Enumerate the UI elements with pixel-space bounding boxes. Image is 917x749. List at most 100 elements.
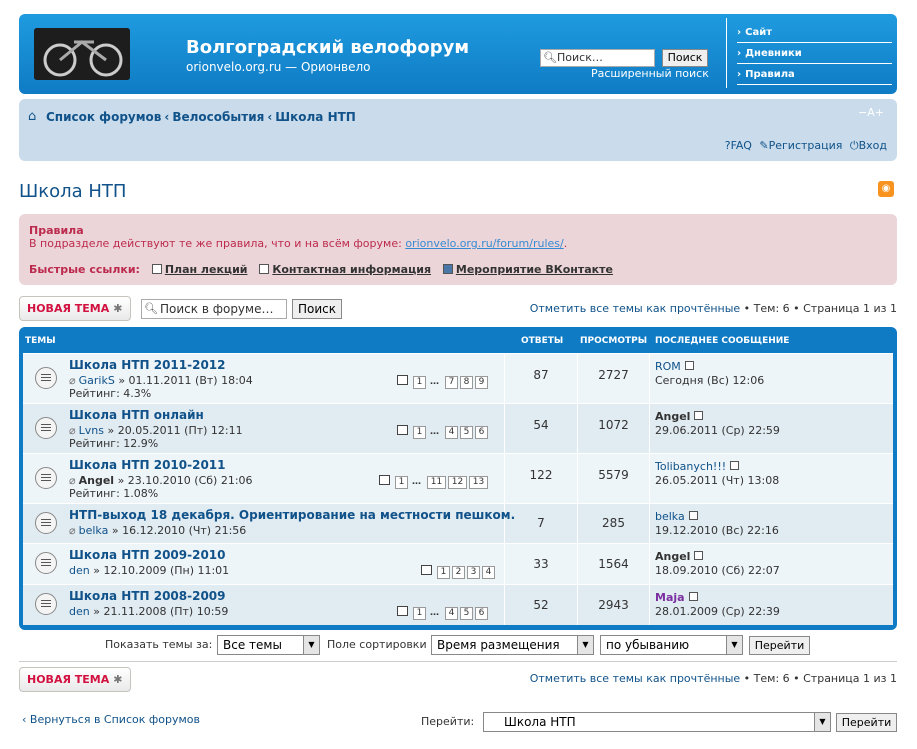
- site-title[interactable]: Волгоградский велофорум: [186, 37, 469, 58]
- topic-title[interactable]: Школа НТП 2008-2009: [69, 589, 226, 603]
- mark-read-link[interactable]: Отметить все темы как прочтённые: [530, 302, 740, 315]
- show-topics-value: Все темы: [223, 638, 282, 652]
- register-link[interactable]: Регистрация: [769, 139, 843, 152]
- site-logo[interactable]: [34, 28, 130, 80]
- topic-title[interactable]: Школа НТП онлайн: [69, 408, 204, 422]
- page-link[interactable]: 6: [475, 607, 488, 620]
- page-link[interactable]: 1: [437, 566, 450, 579]
- advanced-search-link[interactable]: Расширенный поиск: [591, 67, 709, 80]
- topic-author[interactable]: den: [69, 564, 90, 577]
- mark-read-link[interactable]: Отметить все темы как прочтённые: [530, 672, 740, 685]
- page-link[interactable]: 13: [469, 476, 488, 489]
- topic-title[interactable]: НТП-выход 18 декабря. Ориентирование на …: [69, 508, 515, 522]
- sort-go-button[interactable]: Перейти: [749, 636, 810, 655]
- topic-pages: 1 … 4 5 6: [397, 606, 488, 620]
- login-link[interactable]: Вход: [859, 139, 887, 152]
- page-title[interactable]: Школа НТП: [19, 181, 126, 202]
- page-link[interactable]: 1: [413, 376, 426, 389]
- faq-link[interactable]: FAQ: [731, 139, 752, 152]
- forum-search-input[interactable]: Поиск в форуме…: [141, 299, 287, 319]
- rss-icon[interactable]: ◉: [878, 181, 894, 197]
- new-topic-button[interactable]: НОВАЯ ТЕМА ✱: [19, 667, 131, 692]
- topic-replies: 33: [533, 557, 549, 571]
- show-topics-select[interactable]: Все темы ▼: [217, 635, 320, 655]
- page-link[interactable]: 11: [427, 476, 446, 489]
- top-nav-rules[interactable]: Правила: [737, 64, 892, 85]
- search-input[interactable]: Поиск…: [540, 49, 655, 67]
- last-post-author: ROM: [655, 360, 694, 373]
- topic-author[interactable]: GarikS: [79, 374, 115, 387]
- topic-row: Школа НТП 2008-2009 den » 21.11.2008 (Пт…: [23, 584, 893, 625]
- top-nav-diaries[interactable]: Дневники: [737, 43, 892, 64]
- page-of: из: [870, 672, 890, 685]
- jump-select[interactable]: Школа НТП ▼: [483, 712, 831, 732]
- page-link[interactable]: 1: [413, 426, 426, 439]
- topic-title[interactable]: Школа НТП 2011-2012: [69, 358, 226, 372]
- topic-author[interactable]: belka: [79, 524, 109, 537]
- goto-last-post-icon[interactable]: [730, 461, 740, 470]
- back-to-index-link[interactable]: ‹ Вернуться в Список форумов: [22, 713, 200, 726]
- quick-link-lectures[interactable]: План лекций: [151, 263, 247, 276]
- last-post-user-link[interactable]: Tolibanych!!!: [655, 460, 726, 473]
- goto-last-post-icon[interactable]: [694, 551, 704, 560]
- topic-replies: 87: [533, 368, 549, 382]
- quick-link-contacts-label: Контактная информация: [272, 263, 432, 276]
- page-link[interactable]: 4: [445, 607, 458, 620]
- page-link[interactable]: 4: [445, 426, 458, 439]
- topic-author[interactable]: den: [69, 605, 90, 618]
- topic-author[interactable]: Lvns: [79, 424, 104, 437]
- font-size-control[interactable]: −A+: [858, 106, 884, 119]
- last-post-author: Tolibanych!!!: [655, 460, 740, 473]
- last-post-user-link[interactable]: Angel: [655, 410, 690, 423]
- pages-icon: [379, 475, 390, 485]
- page-link[interactable]: 5: [460, 607, 473, 620]
- page-link[interactable]: 1: [395, 476, 408, 489]
- page-link[interactable]: 8: [460, 376, 473, 389]
- page-link[interactable]: 2: [452, 566, 465, 579]
- topic-title[interactable]: Школа НТП 2010-2011: [69, 458, 226, 472]
- last-post-user-link[interactable]: ROM: [655, 360, 681, 373]
- topic-title[interactable]: Школа НТП 2009-2010: [69, 548, 226, 562]
- goto-last-post-icon[interactable]: [688, 511, 698, 520]
- goto-last-post-icon[interactable]: [694, 411, 704, 420]
- page-link[interactable]: 5: [460, 426, 473, 439]
- jump-go-button[interactable]: Перейти: [836, 713, 897, 732]
- attachment-icon: ⌀: [69, 524, 76, 537]
- quick-link-contacts[interactable]: Контактная информация: [259, 263, 431, 276]
- topic-replies: 54: [533, 418, 549, 432]
- page-link[interactable]: 9: [475, 376, 488, 389]
- forum-search-button[interactable]: Поиск: [292, 299, 342, 319]
- page-link[interactable]: 1: [413, 607, 426, 620]
- topic-author[interactable]: Angel: [79, 474, 114, 487]
- breadcrumb-current[interactable]: Школа НТП: [275, 110, 356, 124]
- user-links: ?FAQ ✎Регистрация ⏻Вход: [721, 139, 887, 153]
- page-link[interactable]: 3: [467, 566, 480, 579]
- search-button[interactable]: Поиск: [662, 49, 708, 67]
- home-icon[interactable]: ⌂: [28, 109, 36, 124]
- power-icon: ⏻: [849, 139, 859, 152]
- page-link[interactable]: 12: [448, 476, 467, 489]
- breadcrumb-index[interactable]: Список форумов: [46, 110, 161, 124]
- topic-meta: ⌀ Angel » 23.10.2010 (Сб) 21:06: [69, 474, 253, 487]
- quick-link-vk[interactable]: Мероприятие ВКонтакте: [442, 263, 613, 276]
- goto-last-post-icon[interactable]: [684, 361, 694, 370]
- last-post-user-link[interactable]: belka: [655, 510, 685, 523]
- new-topic-button[interactable]: НОВАЯ ТЕМА ✱: [19, 296, 131, 321]
- topic-row: Школа НТП 2011-2012 ⌀ GarikS » 01.11.2011…: [23, 353, 893, 403]
- last-post-user-link[interactable]: Maja: [655, 591, 685, 604]
- page-of: из: [870, 302, 890, 315]
- breadcrumb-category[interactable]: Велособытия: [172, 110, 264, 124]
- top-nav-site[interactable]: Сайт: [737, 22, 892, 43]
- rules-text: В подразделе действуют те же правила, чт…: [29, 237, 567, 250]
- page-link[interactable]: 6: [475, 426, 488, 439]
- pages-ellipsis: …: [430, 377, 439, 387]
- goto-last-post-icon[interactable]: [688, 592, 698, 601]
- last-post-user-link[interactable]: Angel: [655, 550, 690, 563]
- rules-link[interactable]: orionvelo.org.ru/forum/rules/: [405, 237, 563, 250]
- page-link[interactable]: 4: [482, 566, 495, 579]
- page-link[interactable]: 7: [445, 376, 458, 389]
- sort-field-select[interactable]: Время размещения ▼: [431, 635, 594, 655]
- new-topic-label: НОВАЯ ТЕМА: [27, 673, 110, 686]
- document-icon: [259, 264, 270, 274]
- sort-order-select[interactable]: по убыванию ▼: [600, 635, 743, 655]
